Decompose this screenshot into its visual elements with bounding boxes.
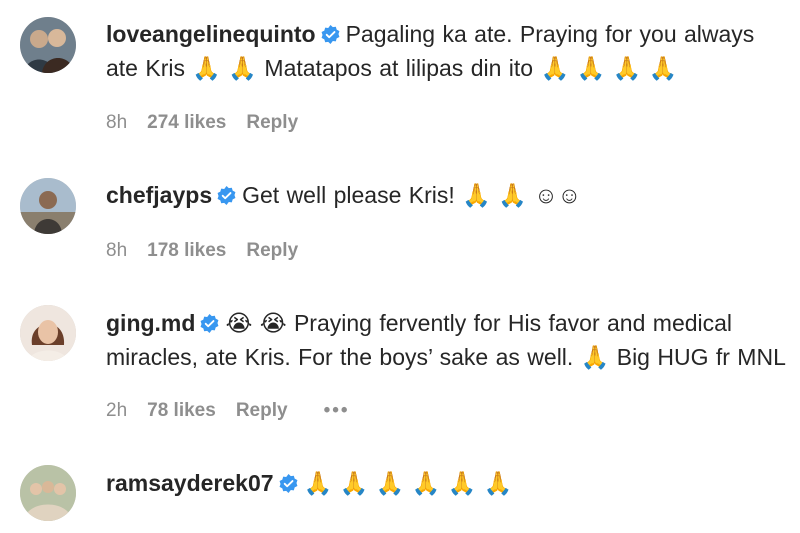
comment-body: loveangelinequinto Pagaling ka ate. Prayi… [106,17,786,85]
comment-text-continued: miracles, ate Kris. For the boys’ sake a… [106,344,786,370]
comment-text-continued: ate Kris 🙏 🙏 Matatapos at lilipas din it… [106,55,678,81]
avatar-photo [20,305,76,361]
reply-button[interactable]: Reply [246,112,298,134]
likes-count[interactable]: 178 likes [147,240,226,262]
reply-button[interactable]: Reply [246,240,298,262]
comment-body: ramsayderek07 🙏 🙏 🙏 🙏 🙏 🙏 [106,466,786,500]
avatar[interactable] [20,305,76,361]
more-options-icon[interactable]: ••• [324,400,350,422]
timestamp[interactable]: 8h [106,240,127,262]
comment-meta: 2h 78 likes Reply ••• [106,400,350,422]
username-link[interactable]: ramsayderek07 [106,470,274,496]
avatar-photo [20,17,76,73]
reply-button[interactable]: Reply [236,400,288,422]
verified-badge-icon [200,314,219,333]
username-link[interactable]: ging.md [106,310,195,336]
timestamp[interactable]: 8h [106,112,127,134]
verified-badge-icon [321,25,340,44]
avatar[interactable] [20,17,76,73]
timestamp[interactable]: 2h [106,400,127,422]
comment-body: ging.md 😭 😭 Praying fervently for His fav… [106,306,786,374]
avatar-photo [20,178,76,234]
avatar[interactable] [20,465,76,521]
comment-meta: 8h 274 likes Reply [106,112,298,134]
comment-text: 🙏 🙏 🙏 🙏 🙏 🙏 [303,470,513,496]
username-link[interactable]: loveangelinequinto [106,21,316,47]
avatar-photo [20,465,76,521]
avatar[interactable] [20,178,76,234]
comment-body: chefjayps Get well please Kris! 🙏 🙏 ☺☺ [106,178,786,212]
comment-meta: 8h 178 likes Reply [106,240,298,262]
likes-count[interactable]: 78 likes [147,400,216,422]
comment-text: Get well please Kris! 🙏 🙏 ☺☺ [242,182,582,208]
verified-badge-icon [279,474,298,493]
comment-text: Pagaling ka ate. Praying for you always [345,21,755,47]
likes-count[interactable]: 274 likes [147,112,226,134]
verified-badge-icon [217,186,236,205]
username-link[interactable]: chefjayps [106,182,212,208]
comment-text: 😭 😭 Praying fervently for His favor and … [225,310,733,336]
